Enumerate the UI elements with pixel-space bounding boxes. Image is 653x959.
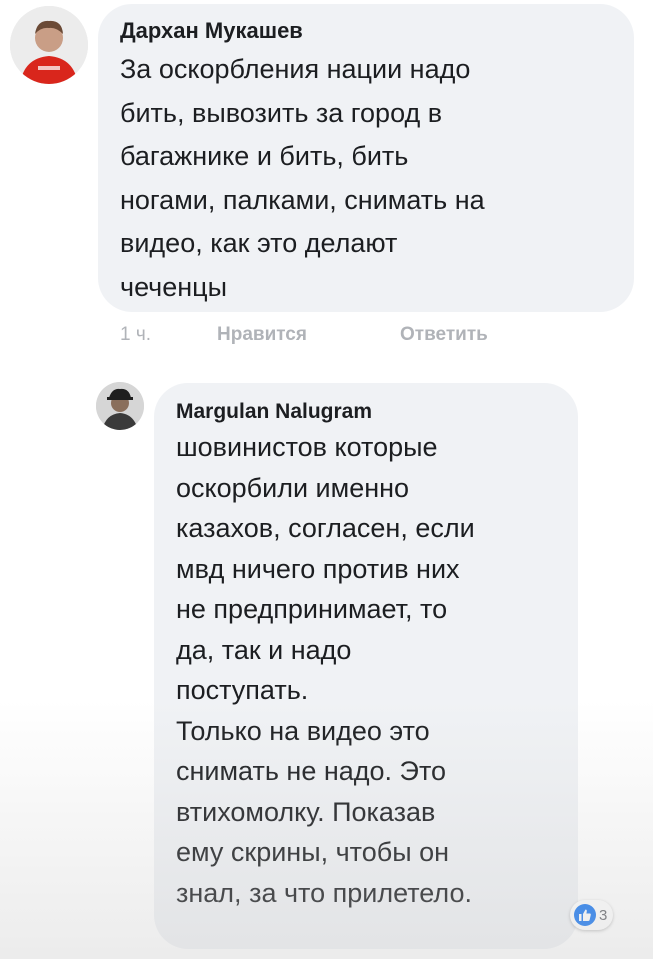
reaction-summary[interactable]: 3: [570, 900, 614, 930]
comment-author[interactable]: Дархан Мукашев: [120, 18, 612, 44]
avatar[interactable]: [96, 382, 144, 430]
like-button[interactable]: Нравится: [217, 324, 307, 346]
comment-text: За оскорбления нации надо бить, вывозить…: [120, 54, 485, 302]
avatar[interactable]: [10, 6, 88, 84]
like-icon: [574, 904, 596, 926]
comment-thread: Дархан Мукашев За оскорбления нации надо…: [0, 0, 653, 959]
comment-timestamp[interactable]: 1 ч.: [120, 324, 151, 346]
reply-button[interactable]: Ответить: [400, 324, 488, 346]
person-avatar-icon: [96, 382, 144, 430]
person-avatar-icon: [10, 6, 88, 84]
comment-bubble: Margulan Nalugram шовинистов которые оск…: [154, 383, 578, 949]
reaction-count: 3: [599, 906, 608, 924]
comment-text: шовинистов которые оскорбили именно каза…: [176, 432, 475, 908]
comment-bubble: Дархан Мукашев За оскорбления нации надо…: [98, 4, 634, 312]
comment-author[interactable]: Margulan Nalugram: [176, 399, 556, 425]
